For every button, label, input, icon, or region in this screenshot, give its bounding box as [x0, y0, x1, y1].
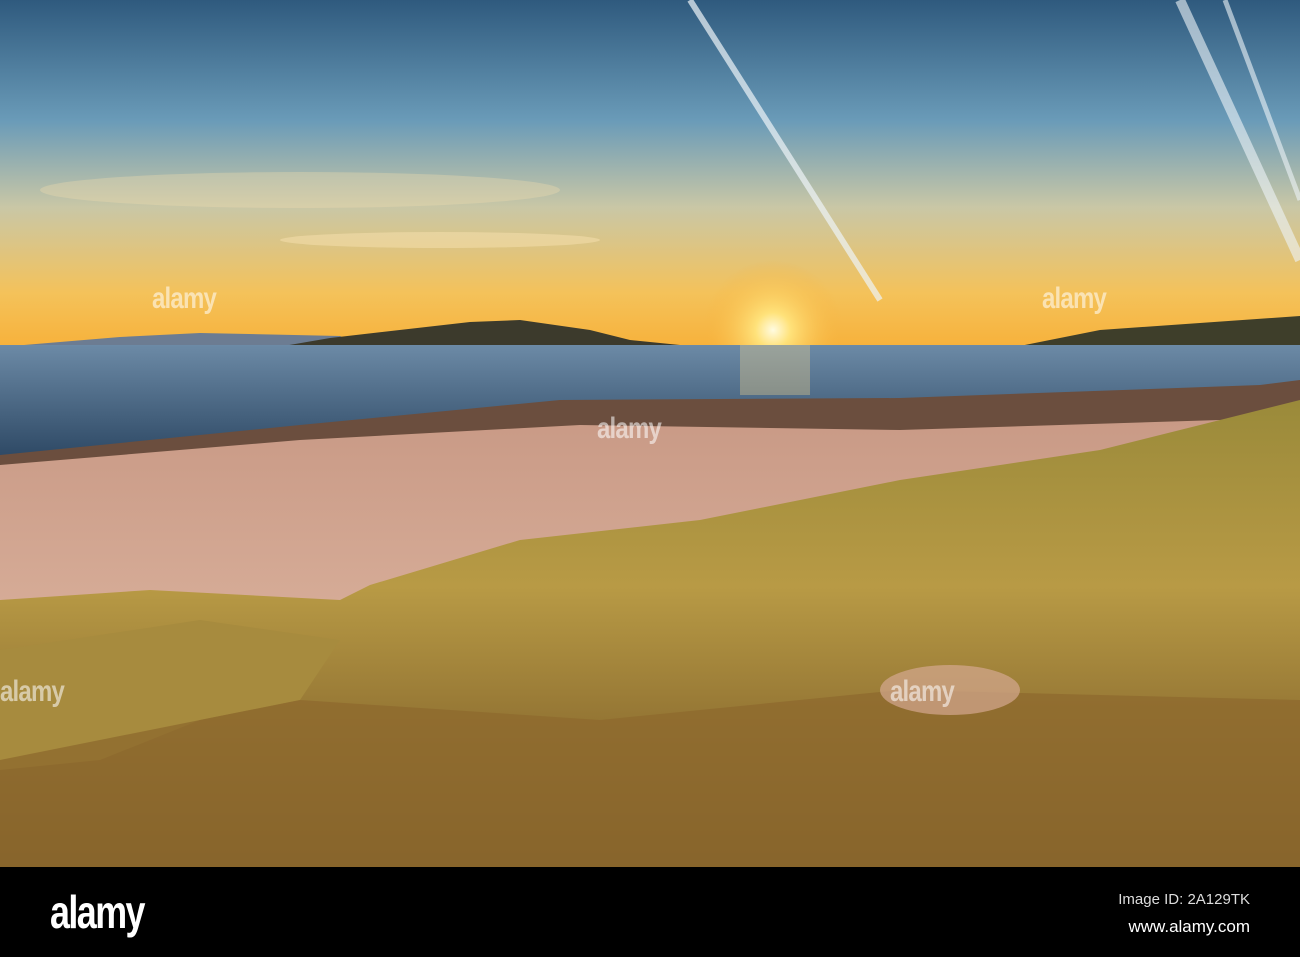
watermark: alamy [597, 412, 662, 445]
website-link: www.alamy.com [1128, 917, 1250, 936]
footer-bar: alamy Image ID: 2A129TK www.alamy.com [0, 867, 1300, 957]
watermark: alamy [890, 675, 955, 708]
watermark: alamy [1042, 282, 1107, 315]
alamy-logo: alamy [50, 886, 146, 938]
watermark: alamy [0, 675, 65, 708]
photo: alamy alamy alamy alamy alamy [0, 0, 1300, 867]
image-id: Image ID: 2A129TK [1118, 891, 1250, 908]
watermark: alamy [152, 282, 217, 315]
